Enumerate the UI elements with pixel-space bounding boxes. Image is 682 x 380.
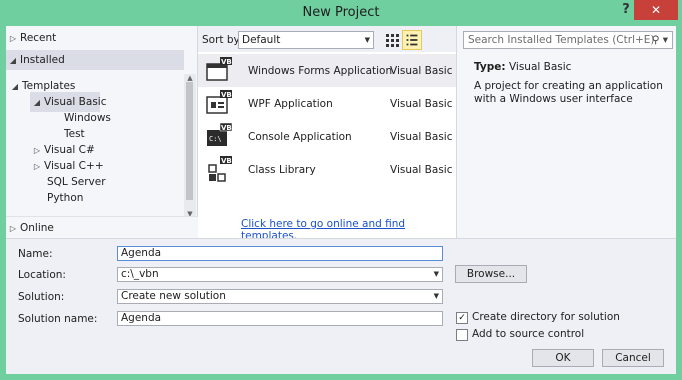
expand-arrow-icon[interactable]: ▷ bbox=[6, 218, 20, 240]
type-value: Visual Basic bbox=[508, 61, 572, 73]
location-field[interactable]: c:\_vbn ▼ bbox=[117, 267, 443, 282]
vb-windows-forms-icon: VB bbox=[206, 57, 232, 81]
sort-by-label: Sort by: bbox=[202, 34, 243, 46]
template-list-panel: Sort by: Default ▼ VB Windows Forms Appl… bbox=[198, 26, 456, 242]
sort-toolbar: Sort by: Default ▼ bbox=[198, 26, 456, 52]
view-list-icon[interactable] bbox=[402, 30, 422, 50]
template-language: Visual Basic bbox=[390, 65, 453, 77]
template-item[interactable]: VB Class Library Visual Basic bbox=[198, 153, 456, 186]
ok-button[interactable]: OK bbox=[532, 349, 594, 367]
template-name: Windows Forms Application bbox=[248, 65, 393, 77]
tree-item-installed[interactable]: ◢ Installed bbox=[6, 50, 184, 70]
solution-name-label: Solution name: bbox=[18, 313, 98, 325]
name-field-value: Agenda bbox=[121, 247, 162, 259]
sort-select[interactable]: Default ▼ bbox=[238, 31, 374, 49]
svg-text:VB: VB bbox=[221, 124, 232, 132]
tree-item-label: Installed bbox=[20, 54, 65, 66]
type-label: Type: bbox=[474, 61, 506, 73]
location-label: Location: bbox=[18, 269, 66, 281]
scroll-thumb[interactable] bbox=[186, 82, 193, 200]
collapse-arrow-icon[interactable]: ◢ bbox=[8, 77, 22, 97]
solution-select-value: Create new solution bbox=[121, 290, 226, 302]
cancel-button[interactable]: Cancel bbox=[602, 349, 664, 367]
create-directory-checkbox[interactable]: ✓ bbox=[456, 312, 468, 324]
name-label: Name: bbox=[18, 248, 53, 260]
tree-item-label: Visual C++ bbox=[44, 160, 104, 172]
collapse-arrow-icon[interactable]: ◢ bbox=[30, 93, 44, 113]
template-tree: ▷ Recent ◢ Installed ◢ Templates ◢ Visual Ba… bbox=[6, 26, 198, 238]
expand-arrow-icon[interactable]: ▷ bbox=[30, 157, 44, 177]
title-bar[interactable]: New Project ? ✕ bbox=[0, 0, 682, 26]
template-language: Visual Basic bbox=[390, 164, 453, 176]
solution-name-value: Agenda bbox=[121, 312, 162, 324]
solution-select[interactable]: Create new solution ▼ bbox=[117, 289, 443, 304]
tree-item-label: Online bbox=[20, 222, 54, 234]
tree-item-label: Templates bbox=[22, 80, 76, 92]
name-field[interactable]: Agenda bbox=[117, 246, 443, 261]
chevron-down-icon: ▼ bbox=[364, 36, 370, 44]
chevron-down-icon[interactable]: ▼ bbox=[434, 290, 439, 303]
view-grid-icon[interactable] bbox=[384, 31, 400, 49]
create-directory-label[interactable]: Create directory for solution bbox=[472, 311, 620, 323]
vb-class-library-icon: VB bbox=[208, 156, 232, 182]
add-source-control-label[interactable]: Add to source control bbox=[472, 328, 584, 340]
tree-item-label: Recent bbox=[20, 32, 57, 44]
add-source-control-checkbox[interactable] bbox=[456, 329, 468, 341]
tree-item-online[interactable]: ▷ Online bbox=[6, 216, 198, 238]
tree-item-label: Python bbox=[47, 192, 84, 204]
tree-item-label: Visual C# bbox=[44, 144, 95, 156]
search-input[interactable]: Search Installed Templates (Ctrl+E) ⚲ ▾ bbox=[463, 31, 673, 49]
vb-wpf-icon: VB bbox=[206, 90, 232, 114]
window-title: New Project bbox=[302, 5, 380, 20]
template-language: Visual Basic bbox=[390, 131, 453, 143]
template-name: Console Application bbox=[248, 131, 352, 143]
svg-text:VB: VB bbox=[221, 157, 232, 165]
tree-scrollbar[interactable]: ▲ ▼ bbox=[184, 74, 196, 218]
browse-button[interactable]: Browse... bbox=[455, 265, 527, 283]
tree-item-python[interactable]: Python bbox=[47, 188, 83, 208]
tree-item-label: Test bbox=[64, 128, 85, 140]
template-item[interactable]: VB Windows Forms Application Visual Basi… bbox=[198, 54, 456, 87]
template-type: Type: Visual Basic bbox=[474, 61, 571, 73]
tree-item-label: Windows bbox=[64, 112, 111, 124]
tree-item-label: Visual Basic bbox=[44, 96, 107, 108]
svg-text:VB: VB bbox=[221, 58, 232, 66]
vb-console-icon: C:\ VB bbox=[207, 123, 232, 146]
tree-item-label: SQL Server bbox=[47, 176, 106, 188]
tree-item-recent[interactable]: ▷ Recent bbox=[6, 28, 198, 48]
template-item[interactable]: VB WPF Application Visual Basic bbox=[198, 87, 456, 120]
expand-arrow-icon[interactable]: ▷ bbox=[6, 29, 20, 49]
template-name: Class Library bbox=[248, 164, 316, 176]
location-field-value: c:\_vbn bbox=[121, 268, 159, 280]
svg-text:C:\: C:\ bbox=[209, 135, 222, 143]
template-details-panel: Search Installed Templates (Ctrl+E) ⚲ ▾ … bbox=[456, 26, 676, 238]
dialog-client: ▷ Recent ◢ Installed ◢ Templates ◢ Visual Ba… bbox=[6, 26, 676, 374]
template-description: A project for creating an application wi… bbox=[474, 80, 663, 105]
template-item[interactable]: C:\ VB Console Application Visual Basic bbox=[198, 120, 456, 153]
search-placeholder: Search Installed Templates (Ctrl+E) bbox=[468, 34, 655, 46]
project-settings-form: Name: Agenda Location: c:\_vbn ▼ Browse.… bbox=[6, 238, 676, 374]
solution-label: Solution: bbox=[18, 291, 65, 303]
template-name: WPF Application bbox=[248, 98, 333, 110]
sort-select-value: Default bbox=[242, 34, 281, 46]
scroll-up-icon[interactable]: ▲ bbox=[184, 74, 196, 82]
chevron-down-icon[interactable]: ▼ bbox=[434, 268, 439, 281]
svg-text:VB: VB bbox=[221, 91, 232, 99]
solution-name-field[interactable]: Agenda bbox=[117, 311, 443, 326]
search-icon[interactable]: ⚲ ▾ bbox=[652, 32, 668, 48]
close-button[interactable]: ✕ bbox=[634, 0, 678, 20]
new-project-dialog: New Project ? ✕ ▷ Recent ◢ Installed ◢ Temp… bbox=[0, 0, 682, 380]
collapse-arrow-icon[interactable]: ◢ bbox=[6, 51, 20, 71]
help-button[interactable]: ? bbox=[618, 2, 634, 20]
template-language: Visual Basic bbox=[390, 98, 453, 110]
